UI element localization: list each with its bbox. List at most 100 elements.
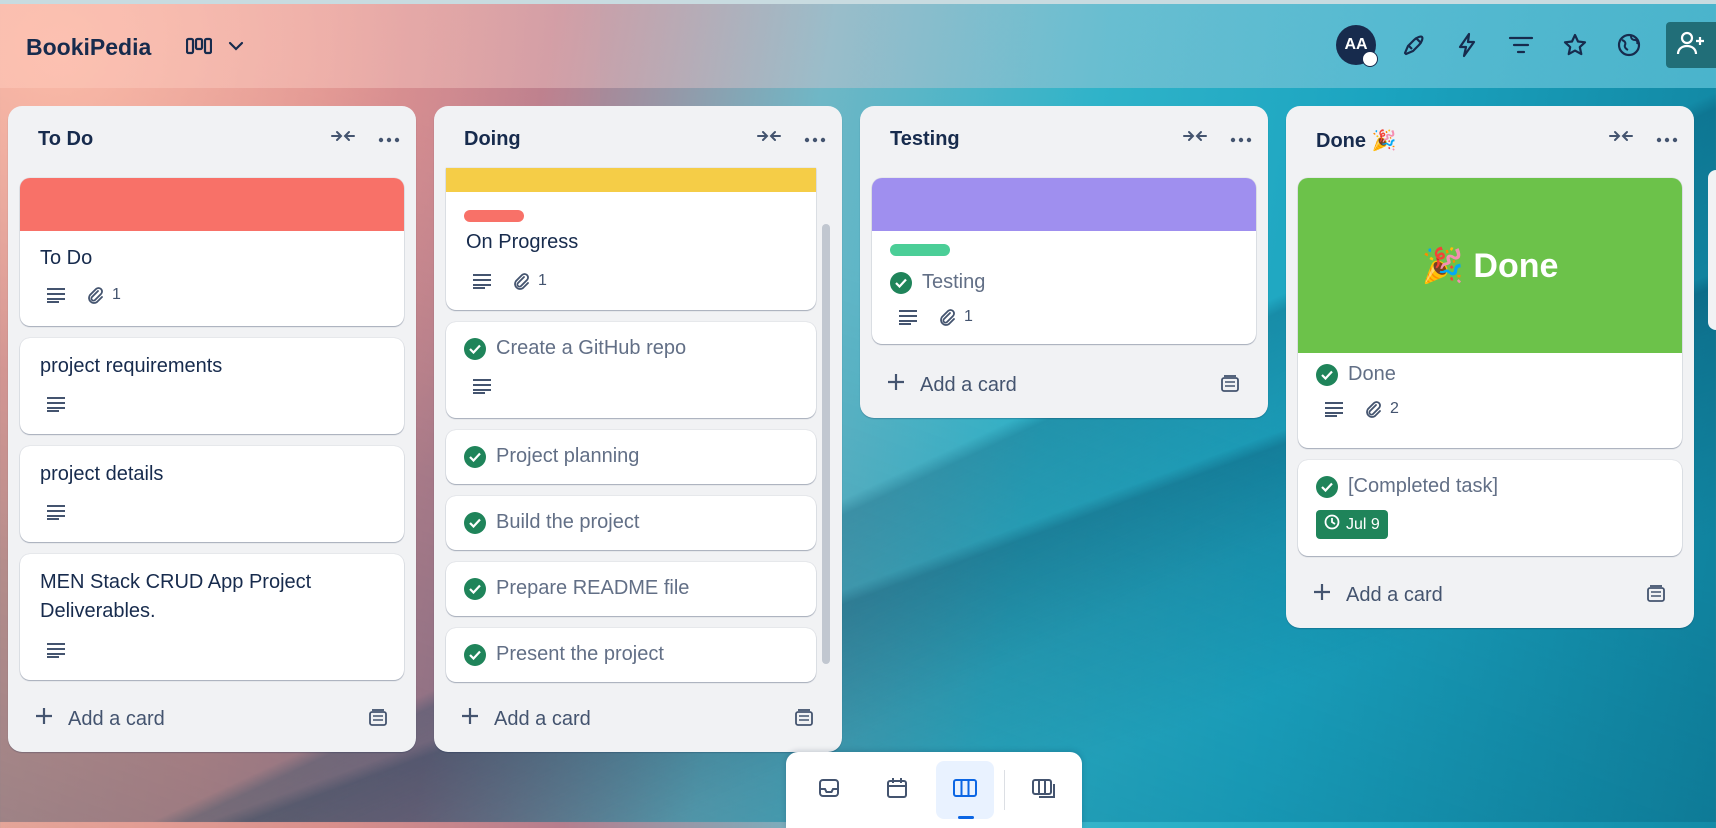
template-icon[interactable] <box>1220 374 1240 399</box>
list-title[interactable]: Doing <box>464 128 521 151</box>
due-date-badge[interactable]: Jul 9 <box>1316 510 1388 539</box>
complete-check-icon[interactable] <box>464 446 486 468</box>
complete-check-icon[interactable] <box>464 338 486 360</box>
description-icon <box>898 309 918 325</box>
filter-icon[interactable] <box>1504 28 1538 62</box>
more-icon[interactable] <box>1230 130 1252 148</box>
complete-check-icon[interactable] <box>464 644 486 666</box>
card-build-the-project[interactable]: Build the project <box>446 496 816 550</box>
plus-icon <box>460 706 480 732</box>
more-icon[interactable] <box>1656 130 1678 148</box>
board-button[interactable] <box>936 761 994 819</box>
card-men-stack[interactable]: MEN Stack CRUD App Project Deliverables. <box>20 554 404 680</box>
attachment-badge: 1 <box>938 308 973 326</box>
template-icon[interactable] <box>368 708 388 733</box>
card-present-the-project[interactable]: Present the project <box>446 628 816 682</box>
collapse-icon[interactable] <box>756 128 782 149</box>
add-card-button[interactable]: Add a card <box>1312 582 1443 608</box>
divider <box>1004 770 1005 810</box>
card-label[interactable] <box>890 244 950 256</box>
add-card-button[interactable]: Add a card <box>886 372 1017 398</box>
card-create-github-repo[interactable]: Create a GitHub repo <box>446 322 816 418</box>
attachment-count: 1 <box>538 272 547 289</box>
plus-icon <box>886 372 906 398</box>
cover-text: 🎉 Done <box>1421 246 1559 285</box>
template-icon[interactable] <box>794 708 814 733</box>
automation-icon[interactable] <box>1450 28 1484 62</box>
list-header: Doing <box>434 106 842 172</box>
card-title: project requirements <box>40 355 223 377</box>
card-title: Testing <box>922 271 986 293</box>
board-view-switcher[interactable] <box>185 36 246 61</box>
list-done: Done 🎉 🎉 Done Done 2 [Completed task] Ju… <box>1286 106 1694 628</box>
more-icon[interactable] <box>378 130 400 148</box>
list-testing: Testing Testing 1 Add a card <box>860 106 1268 418</box>
avatar[interactable]: AA <box>1336 25 1378 67</box>
card-title: project details <box>40 463 164 485</box>
card-title: MEN Stack CRUD App Project Deliverables. <box>40 571 312 622</box>
template-icon[interactable] <box>1646 584 1666 609</box>
switch-boards-button[interactable] <box>1015 761 1073 819</box>
list-header: Done 🎉 <box>1286 106 1694 172</box>
power-ups-icon[interactable] <box>1396 28 1430 62</box>
add-card-label: Add a card <box>68 707 165 730</box>
star-icon[interactable] <box>1558 28 1592 62</box>
description-icon <box>46 504 66 520</box>
list-title[interactable]: Done 🎉 <box>1316 128 1396 153</box>
plus-icon <box>1312 582 1332 608</box>
card-cover <box>872 178 1256 231</box>
card-cover <box>20 178 404 231</box>
scrollbar-thumb[interactable] <box>822 224 830 664</box>
collapse-icon[interactable] <box>1182 128 1208 149</box>
globe-icon[interactable] <box>1612 28 1646 62</box>
share-button[interactable] <box>1666 22 1716 68</box>
add-card-button[interactable]: Add a card <box>460 706 591 732</box>
description-icon <box>46 642 66 658</box>
card-project-requirements[interactable]: project requirements <box>20 338 404 434</box>
attachment-count: 2 <box>1390 400 1399 417</box>
description-icon <box>46 287 66 303</box>
card-title: Done <box>1348 363 1396 385</box>
description-icon <box>472 273 492 289</box>
switch-boards-icon <box>1031 776 1057 805</box>
complete-check-icon[interactable] <box>464 578 486 600</box>
planner-button[interactable] <box>868 761 926 819</box>
description-icon <box>472 378 492 394</box>
complete-check-icon[interactable] <box>464 512 486 534</box>
card-project-planning[interactable]: Project planning <box>446 430 816 484</box>
list-scrollbar[interactable] <box>818 172 834 686</box>
add-card-label: Add a card <box>1346 583 1443 606</box>
inbox-button[interactable] <box>800 761 858 819</box>
card-on-progress[interactable]: On Progress 1 <box>446 168 816 310</box>
collapse-icon[interactable] <box>1608 128 1634 149</box>
card-title: Project planning <box>496 445 640 467</box>
header-actions: AA <box>1336 22 1716 68</box>
board-title[interactable]: BookiPedia <box>26 34 151 61</box>
card-label[interactable] <box>464 210 524 222</box>
card-title: Present the project <box>496 643 664 665</box>
collapse-icon[interactable] <box>330 128 356 149</box>
list-title[interactable]: Testing <box>890 128 960 151</box>
card-completed-task[interactable]: [Completed task] Jul 9 <box>1298 460 1682 556</box>
next-list-edge <box>1708 170 1716 330</box>
list-header: Testing <box>860 106 1268 172</box>
card-done[interactable]: 🎉 Done Done 2 <box>1298 178 1682 448</box>
add-card-button[interactable]: Add a card <box>34 706 165 732</box>
list-doing: Doing On Progress 1 Create a GitHub repo… <box>434 106 842 752</box>
card-testing[interactable]: Testing 1 <box>872 178 1256 344</box>
card-project-details[interactable]: project details <box>20 446 404 542</box>
description-icon <box>46 396 66 412</box>
list-title[interactable]: To Do <box>38 128 93 151</box>
complete-check-icon[interactable] <box>1316 476 1338 498</box>
add-member-icon <box>1676 29 1706 62</box>
complete-check-icon[interactable] <box>1316 364 1338 386</box>
board-view-icon <box>185 37 213 60</box>
more-icon[interactable] <box>804 130 826 148</box>
card-to-do[interactable]: To Do 1 <box>20 178 404 326</box>
card-prepare-readme[interactable]: Prepare README file <box>446 562 816 616</box>
calendar-icon <box>885 776 909 805</box>
due-date: Jul 9 <box>1346 515 1380 533</box>
add-card-label: Add a card <box>494 707 591 730</box>
bottom-view-bar <box>786 752 1082 828</box>
complete-check-icon[interactable] <box>890 272 912 294</box>
